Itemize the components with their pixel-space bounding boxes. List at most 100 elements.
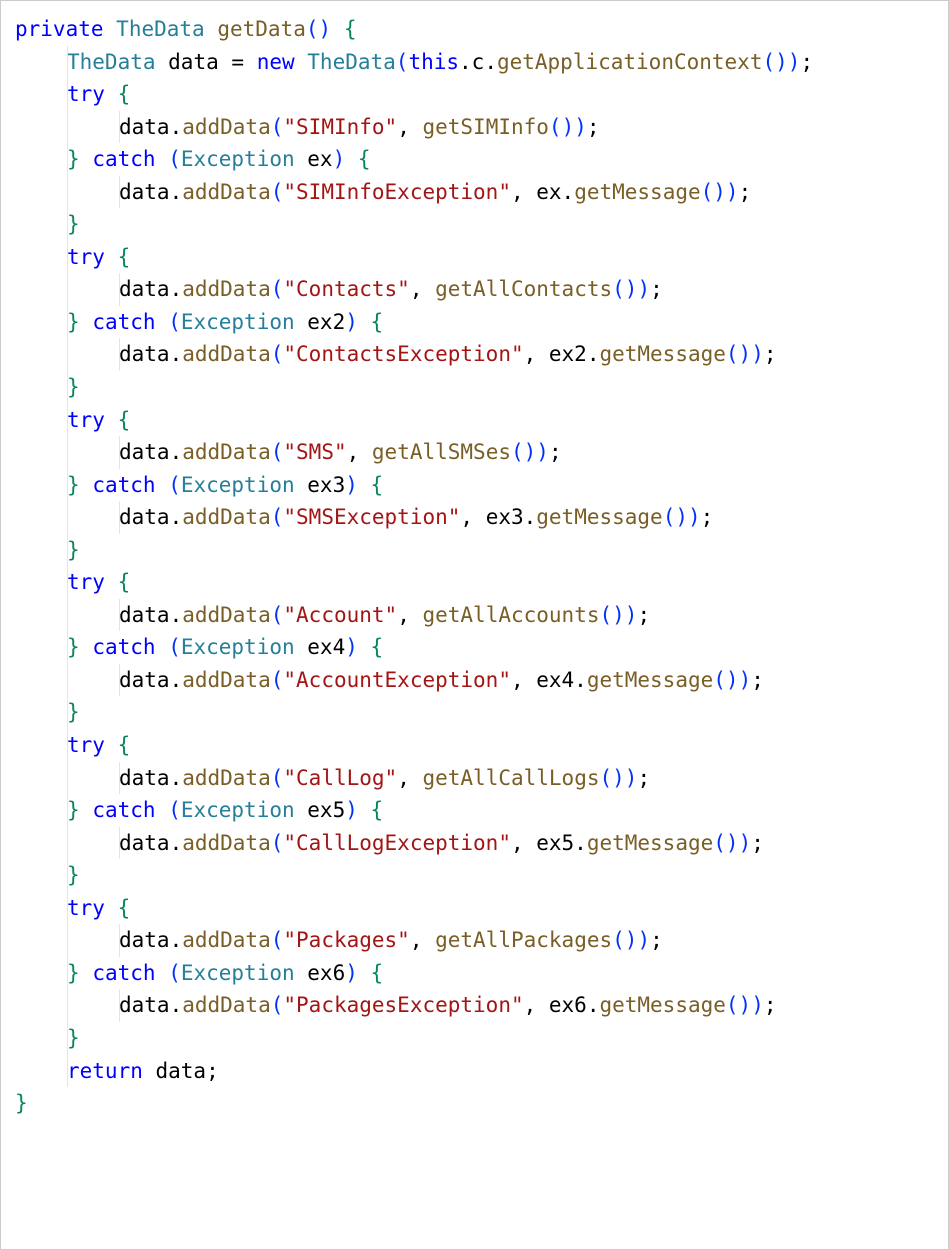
token-plain: [358, 635, 371, 659]
code-line[interactable]: }: [15, 696, 934, 729]
token-fn: addData: [182, 277, 271, 301]
code-line[interactable]: } catch (Exception ex2) {: [15, 306, 934, 339]
code-line[interactable]: data.addData("CallLog", getAllCallLogs()…: [15, 762, 934, 795]
code-editor[interactable]: private TheData getData() {TheData data …: [0, 0, 949, 1250]
token-paren: ): [625, 603, 638, 627]
token-fn: addData: [182, 831, 271, 855]
token-type: Exception: [181, 635, 295, 659]
code-line[interactable]: try {: [15, 729, 934, 762]
token-kw: this: [408, 50, 459, 74]
token-plain: [156, 798, 169, 822]
code-line[interactable]: private TheData getData() {: [15, 13, 934, 46]
code-line[interactable]: data.addData("Packages", getAllPackages(…: [15, 924, 934, 957]
token-paren: (: [168, 961, 181, 985]
code-line[interactable]: data.addData("Contacts", getAllContacts(…: [15, 273, 934, 306]
token-fn: addData: [182, 993, 271, 1017]
code-line[interactable]: }: [15, 859, 934, 892]
token-str: "Account": [283, 603, 397, 627]
code-line[interactable]: } catch (Exception ex) {: [15, 143, 934, 176]
token-brace: {: [344, 17, 357, 41]
code-line[interactable]: }: [15, 1087, 934, 1120]
token-type: TheData: [67, 50, 156, 74]
token-brace: {: [371, 310, 384, 334]
token-str: "Packages": [283, 928, 409, 952]
token-paren: ): [333, 147, 346, 171]
token-plain: ex4: [295, 635, 346, 659]
token-paren: (: [271, 115, 284, 139]
token-brace: }: [67, 538, 80, 562]
token-kw: catch: [92, 961, 155, 985]
code-line[interactable]: try {: [15, 241, 934, 274]
code-line[interactable]: data.addData("SIMInfoException", ex.getM…: [15, 176, 934, 209]
token-kw: new: [257, 50, 295, 74]
code-line[interactable]: }: [15, 534, 934, 567]
token-paren: ): [739, 831, 752, 855]
token-str: "SIMInfoException": [283, 180, 511, 204]
code-line[interactable]: }: [15, 1022, 934, 1055]
token-fn: addData: [182, 342, 271, 366]
token-plain: [80, 310, 93, 334]
token-brace: {: [371, 961, 384, 985]
code-line[interactable]: try {: [15, 78, 934, 111]
token-str: "PackagesException": [283, 993, 523, 1017]
token-fn: addData: [182, 505, 271, 529]
token-str: "AccountException": [283, 668, 511, 692]
token-brace: {: [371, 473, 384, 497]
code-line[interactable]: try {: [15, 566, 934, 599]
token-fn: getAllContacts: [435, 277, 612, 301]
token-fn: addData: [182, 115, 271, 139]
token-paren: ): [637, 928, 650, 952]
token-type: Exception: [181, 473, 295, 497]
code-line[interactable]: try {: [15, 404, 934, 437]
token-plain: ,: [397, 603, 422, 627]
token-fn: getAllAccounts: [422, 603, 599, 627]
code-line[interactable]: }: [15, 371, 934, 404]
code-line[interactable]: try {: [15, 892, 934, 925]
token-plain: ,: [410, 277, 435, 301]
token-paren: (: [271, 668, 284, 692]
code-line[interactable]: data.addData("Account", getAllAccounts()…: [15, 599, 934, 632]
token-paren: ): [751, 342, 764, 366]
token-plain: data.: [119, 115, 182, 139]
code-line[interactable]: data.addData("SMS", getAllSMSes());: [15, 436, 934, 469]
token-plain: data.: [119, 993, 182, 1017]
token-paren: (: [168, 147, 181, 171]
token-kw: try: [67, 570, 105, 594]
token-plain: data.: [119, 277, 182, 301]
token-plain: data.: [119, 440, 182, 464]
token-brace: }: [67, 863, 80, 887]
token-plain: [104, 17, 117, 41]
code-line[interactable]: data.addData("PackagesException", ex6.ge…: [15, 989, 934, 1022]
token-brace: }: [67, 635, 80, 659]
token-semi: ;: [739, 180, 752, 204]
token-paren: (): [713, 831, 738, 855]
code-line[interactable]: TheData data = new TheData(this.c.getApp…: [15, 46, 934, 79]
token-brace: }: [67, 798, 80, 822]
code-line[interactable]: data.addData("CallLogException", ex5.get…: [15, 827, 934, 860]
code-line[interactable]: } catch (Exception ex6) {: [15, 957, 934, 990]
token-kw: return: [67, 1059, 143, 1083]
token-plain: [80, 961, 93, 985]
token-kw: catch: [92, 310, 155, 334]
token-fn: getData: [217, 17, 306, 41]
token-plain: [244, 50, 257, 74]
token-fn: getMessage: [587, 831, 713, 855]
token-fn: addData: [182, 440, 271, 464]
code-line[interactable]: } catch (Exception ex4) {: [15, 631, 934, 664]
code-line[interactable]: }: [15, 208, 934, 241]
token-plain: ex: [295, 147, 333, 171]
code-line[interactable]: data.addData("SMSException", ex3.getMess…: [15, 501, 934, 534]
code-line[interactable]: } catch (Exception ex3) {: [15, 469, 934, 502]
token-paren: (: [271, 603, 284, 627]
code-line[interactable]: data.addData("ContactsException", ex2.ge…: [15, 338, 934, 371]
token-brace: {: [118, 408, 131, 432]
token-plain: , ex5.: [511, 831, 587, 855]
code-line[interactable]: data.addData("AccountException", ex4.get…: [15, 664, 934, 697]
token-paren: (: [271, 831, 284, 855]
code-line[interactable]: data.addData("SIMInfo", getSIMInfo());: [15, 111, 934, 144]
token-plain: [80, 147, 93, 171]
token-str: "CallLogException": [283, 831, 511, 855]
token-str: "Contacts": [283, 277, 409, 301]
code-line[interactable]: return data;: [15, 1055, 934, 1088]
code-line[interactable]: } catch (Exception ex5) {: [15, 794, 934, 827]
